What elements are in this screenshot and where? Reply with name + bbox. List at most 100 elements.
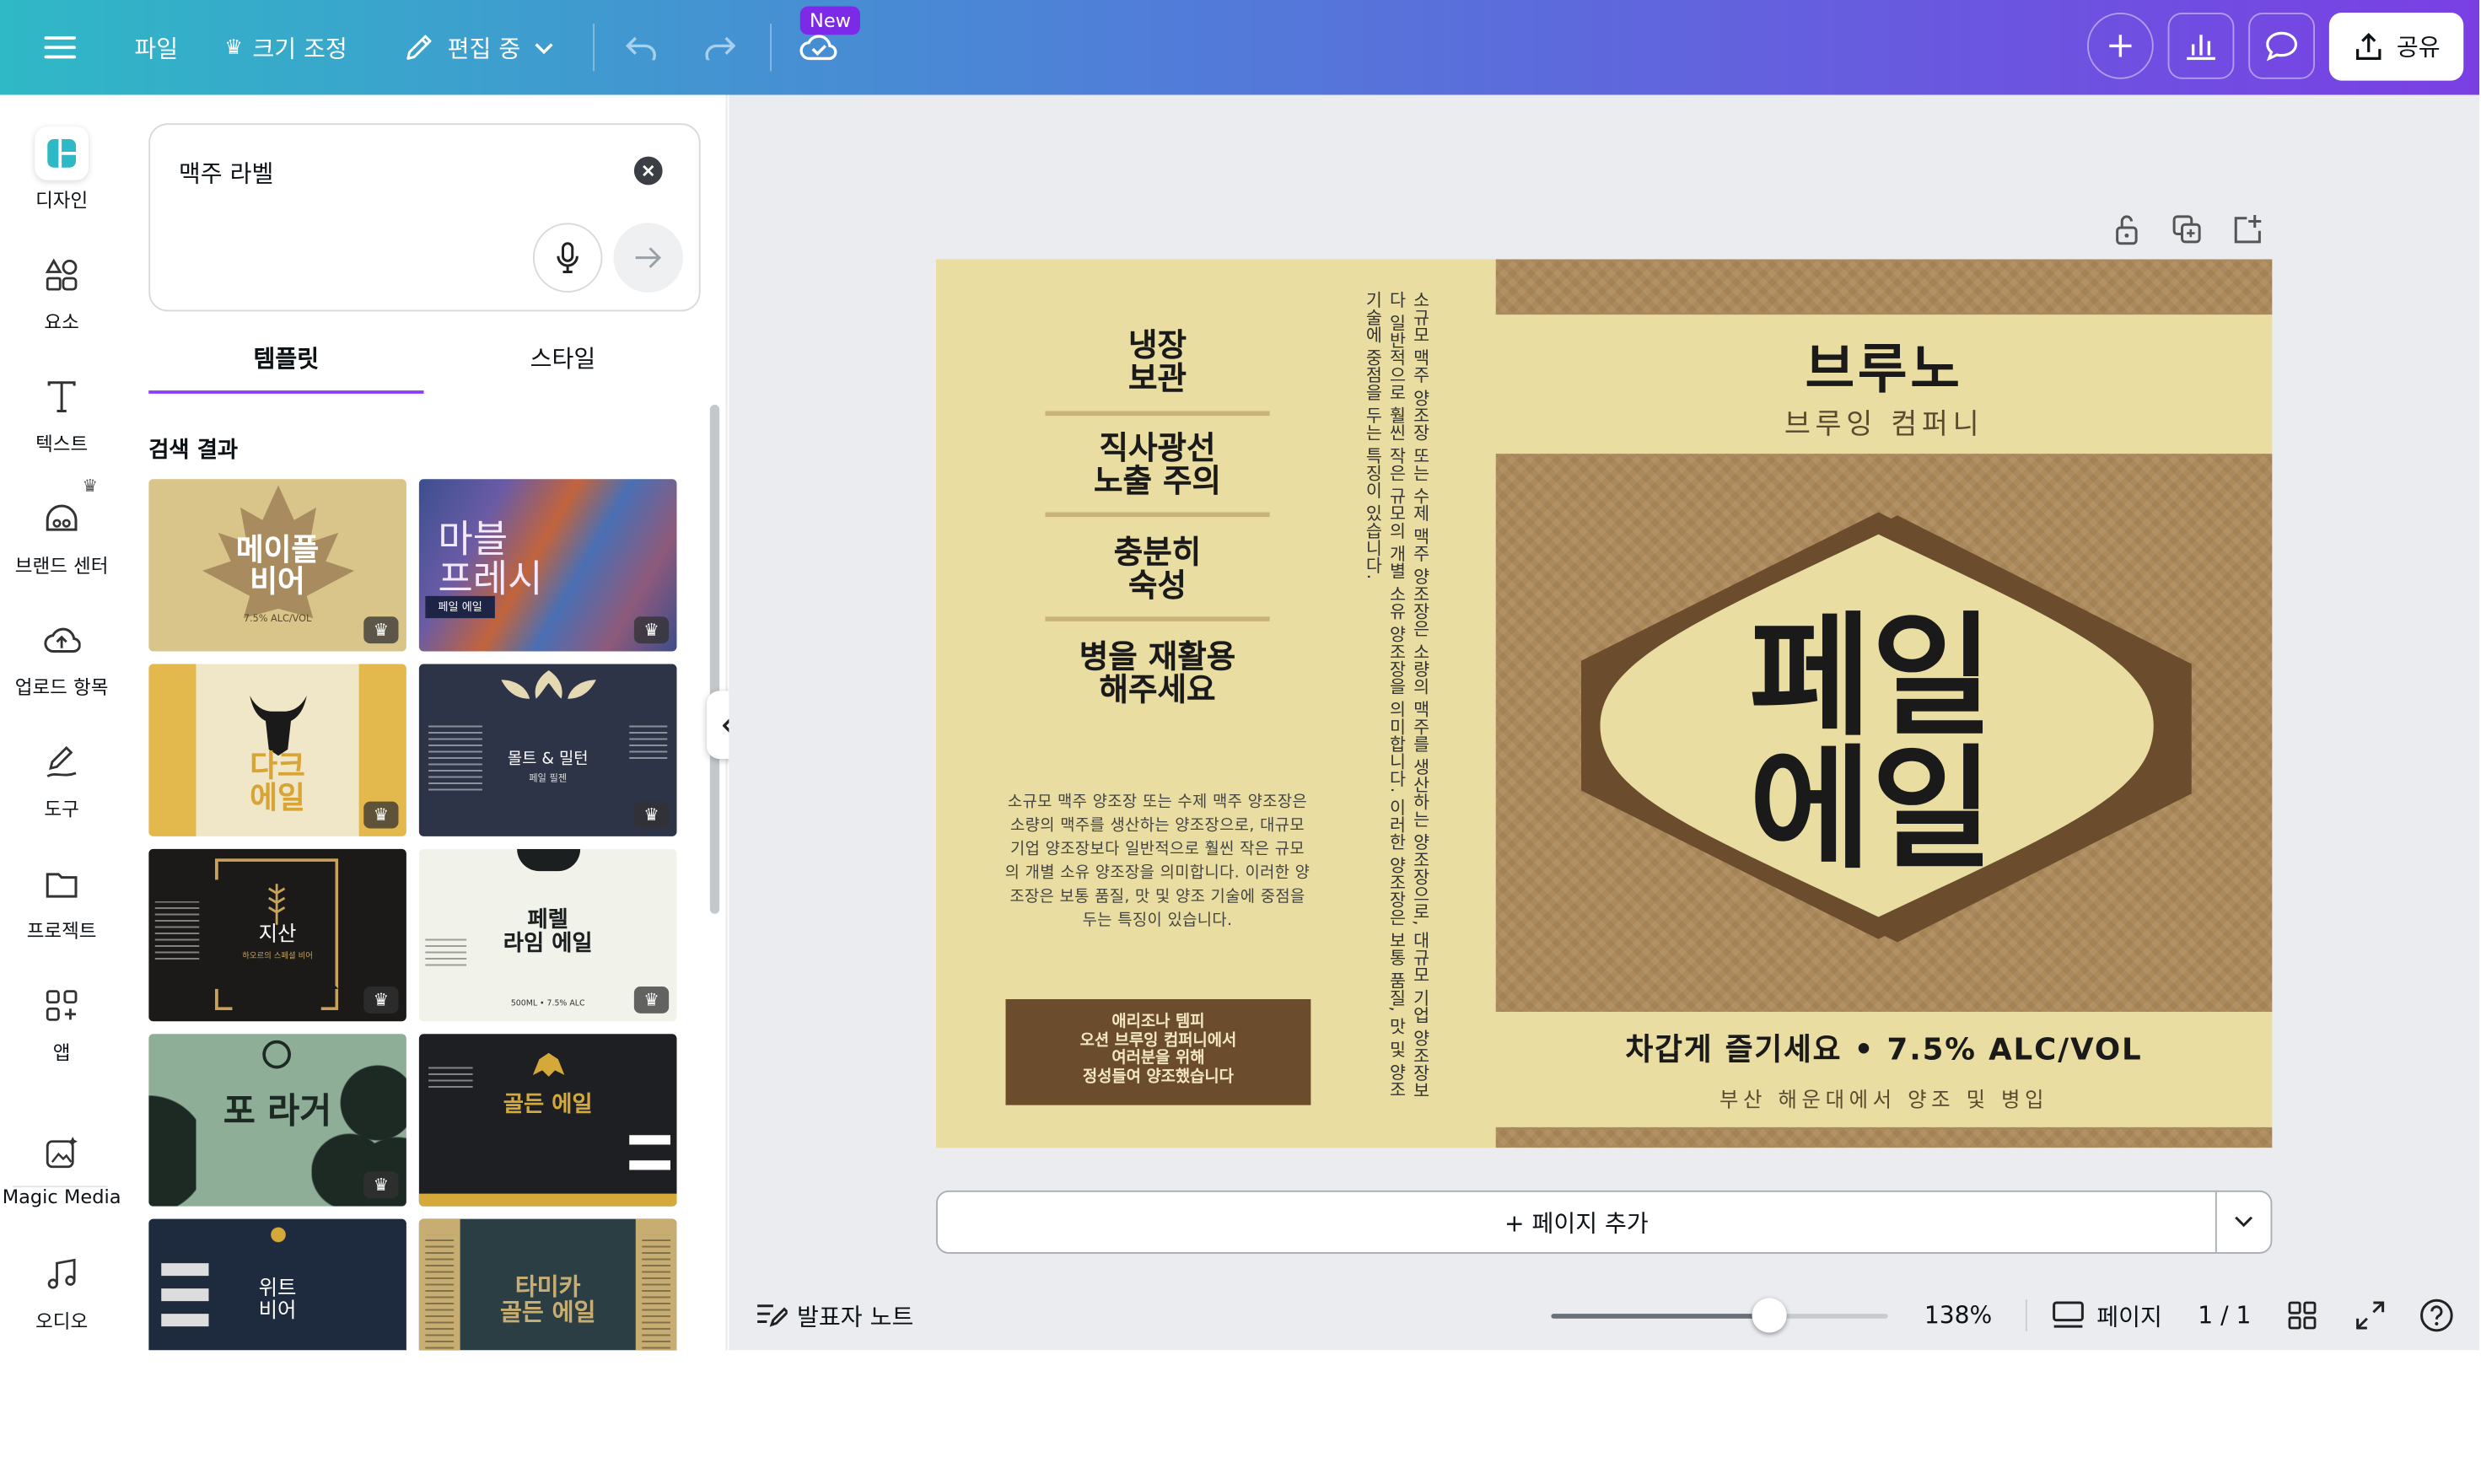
rail-label-brand: 브랜드 센터 [14,555,109,578]
label-item-refrigerate: 냉장 보관 [1127,325,1187,397]
redo-icon[interactable] [702,0,737,95]
add-page-button[interactable]: + 페이지 추가 [936,1190,2273,1254]
zoom-slider[interactable] [1551,1298,1888,1333]
rail-item-uploads[interactable]: 업로드 항목 [0,614,123,701]
pencil-icon [406,35,432,60]
clear-search-icon[interactable] [633,156,663,186]
pages-label: 페이지 [2096,1302,2162,1331]
rail-label-magic-media: Magic Media [2,1186,121,1208]
file-menu[interactable]: 파일 [134,0,178,95]
folder-icon [35,857,89,911]
draw-icon [35,735,89,789]
template-card[interactable]: 몰트 & 밀턴 페일 필젠 ♛ [418,664,677,836]
zoom-level[interactable]: 138% [1924,1281,1992,1351]
divider [770,24,772,72]
premium-crown-icon: ♛ [363,801,399,829]
panel-scrollbar[interactable] [709,405,720,914]
template-card[interactable]: 메이플 비어 7.5% ALC/VOL ♛ [148,479,406,652]
share-label: 공유 [2396,33,2441,62]
undo-icon[interactable] [625,0,659,95]
duplicate-page-icon[interactable] [2170,212,2204,246]
premium-crown-icon: ♛ [363,987,399,1014]
bull-head-icon [250,696,307,756]
resize-label: 크기 조정 [252,34,347,63]
crown-icon: ♛ [224,35,244,60]
new-badge: New [799,6,861,35]
chevron-down-icon [2235,1216,2253,1228]
file-label: 파일 [134,34,179,63]
rail-label-uploads: 업로드 항목 [14,676,109,699]
template-card[interactable]: 골든 에일 [418,1034,677,1207]
beer-label-design[interactable]: 냉장 보관 직사광선 노출 주의 충분히 숙성 병을 재활용 해주세요 소규모 … [936,259,2273,1148]
zoom-slider-handle[interactable] [1752,1298,1787,1333]
template-card[interactable]: 위트 비어 [148,1218,406,1351]
editing-label: 편집 중 [447,34,521,63]
voice-search-button[interactable] [532,223,603,293]
rail-item-design[interactable]: 디자인 [0,126,123,213]
search-box[interactable]: 맥주 라벨 [148,123,701,312]
template-card[interactable]: 마블 프레시 페일 에일 ♛ [418,479,677,652]
template-title: 골든 에일 [503,1092,593,1118]
template-title: 페렐 라임 에일 [503,907,593,956]
add-button[interactable] [2087,13,2154,79]
menu-icon[interactable] [44,0,76,95]
template-title: 마블 프레시 [438,517,543,601]
label-item-sunlight: 직사광선 노출 주의 [1093,428,1222,500]
template-subtitle: 하오르의 스페셜 비어 [242,951,313,961]
template-title: 위트 비어 [258,1277,297,1323]
notes-icon [757,1304,788,1327]
presenter-notes-label: 발표자 노트 [797,1302,914,1331]
template-card[interactable]: 지산 하오르의 스페셜 비어 ♛ [148,848,406,1022]
search-input[interactable]: 맥주 라벨 [179,157,273,190]
editing-mode-button[interactable]: 편집 중 [403,0,555,95]
brand-name: 브루노 [1805,338,1963,402]
crown-icon: ♛ [82,476,99,497]
insights-button[interactable] [2167,13,2235,79]
template-title: 메이플 비어 [235,532,320,600]
rail-item-magic-media[interactable]: Magic Media [0,1126,123,1208]
help-icon[interactable] [2419,1281,2454,1351]
pages-icon [2053,1301,2084,1328]
lock-icon[interactable] [2109,212,2144,246]
comment-button[interactable] [2248,13,2315,79]
add-page-dropdown[interactable] [2215,1191,2271,1252]
share-button[interactable]: 공유 [2328,13,2464,81]
rail-item-audio[interactable]: 오디오 [0,1247,123,1334]
add-page-icon[interactable] [2230,212,2264,246]
bottom-bar: 발표자 노트 138% 페이지 1 / 1 [729,1281,2479,1351]
template-card[interactable]: 페렐 라임 에일 500ML • 7.5% ALC ♛ [418,848,677,1022]
fullscreen-icon[interactable] [2356,1281,2385,1351]
design-icon [35,126,89,180]
grid-view-icon[interactable] [2288,1281,2317,1351]
rail-label-audio: 오디오 [35,1310,89,1333]
rail-item-apps[interactable]: 앱 [0,979,123,1066]
comment-icon [2266,31,2298,62]
presenter-notes-button[interactable]: 발표자 노트 [756,1281,913,1351]
label-origin: 부산 해운대에서 양조 및 병입 [1719,1089,2049,1113]
template-card[interactable]: 다크 에일 ♛ [148,664,406,836]
label-left-panel: 냉장 보관 직사광선 노출 주의 충분히 숙성 병을 재활용 해주세요 소규모 … [936,259,1494,1148]
label-item-aged: 충분히 숙성 [1113,532,1202,605]
template-grid: 메이플 비어 7.5% ALC/VOL ♛ 마블 프레시 페일 에일 ♛ 다크 … [148,479,677,1351]
divider [2025,1299,2027,1331]
template-card[interactable]: 타미카 골든 에일 [418,1218,677,1351]
rail-item-brand[interactable]: 브랜드 센터 ♛ [0,476,123,578]
plus-icon [2109,35,2132,57]
pages-button[interactable]: 페이지 [2053,1281,2162,1351]
magic-media-icon [35,1126,89,1180]
rail-item-projects[interactable]: 프로젝트 [0,857,123,944]
rail-item-elements[interactable]: 요소 [0,248,123,335]
resize-button[interactable]: ♛ 크기 조정 [224,0,347,95]
rail-item-tools[interactable]: 도구 [0,735,123,822]
tab-styles[interactable]: 스타일 [425,340,700,394]
label-item-recycle: 병을 재활용 해주세요 [1079,637,1236,708]
rail-item-text[interactable]: 텍스트 [0,370,123,457]
text-lines [428,1062,473,1088]
rail-label-text: 텍스트 [35,433,89,455]
audio-icon [35,1247,89,1301]
label-brewed-by-box: 애리조나 템피 오션 브루잉 컴퍼니에서 여러분을 위해 정성들여 양조했습니다 [1005,999,1311,1105]
template-title: 몰트 & 밀턴 [507,750,589,769]
submit-search-button[interactable] [613,223,683,293]
template-card[interactable]: 포 라거 ♛ [148,1034,406,1207]
tab-templates[interactable]: 템플릿 [148,340,424,394]
